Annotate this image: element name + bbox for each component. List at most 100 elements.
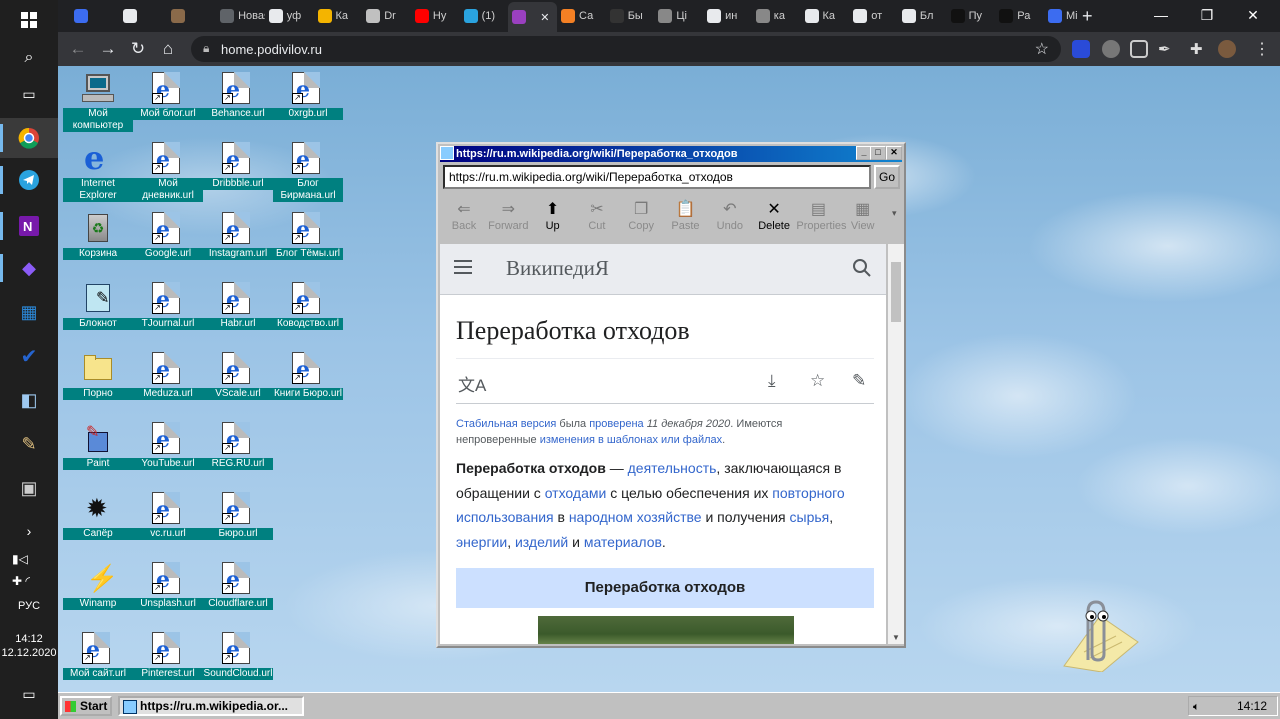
desktop-icon[interactable]: e ↗ Pinterest.url [133, 628, 203, 692]
desktop-icon[interactable]: e ↗ Meduza.url [133, 348, 203, 414]
reload-button[interactable]: ↻ [126, 37, 150, 61]
desktop-icon[interactable]: e ↗ Мой дневник.url [133, 138, 203, 204]
new-tab-button[interactable]: + [1082, 6, 1093, 27]
desktop-icon[interactable]: Порно [63, 348, 133, 414]
network-icon[interactable]: ✚ ◜ [12, 574, 30, 588]
desktop-icon[interactable]: e ↗ YouTube.url [133, 418, 203, 484]
bookmark-star-icon[interactable]: ☆ [1035, 39, 1049, 59]
toolbar-up-button[interactable]: ⬆ Up [531, 200, 575, 232]
desktop-icon[interactable]: e ↗ Мой блог.url [133, 68, 203, 134]
browser-tab[interactable]: ин [703, 4, 752, 28]
desktop-icon[interactable]: e ↗ Бюро.url [203, 488, 273, 554]
desktop-icon[interactable]: e ↗ Dribbble.url [203, 138, 273, 204]
extension-icon[interactable] [1102, 40, 1120, 58]
home-button[interactable]: ⌂ [156, 37, 180, 61]
link[interactable]: народном хозяйстве [569, 509, 702, 525]
taskbar-window-button[interactable]: https://ru.m.wikipedia.or... [118, 696, 304, 716]
translate-icon[interactable]: 文A [458, 371, 486, 396]
chrome-taskbar-button[interactable] [0, 118, 58, 158]
battery-icon[interactable]: ▮◁ [12, 552, 28, 566]
puzzle-icon[interactable]: ✚ [1190, 40, 1208, 58]
browser-tab[interactable]: Ка [801, 4, 850, 28]
toolbar-delete-button[interactable]: ✕ Delete [752, 200, 796, 232]
desktop-icon[interactable]: e ↗ vc.ru.url [133, 488, 203, 554]
obsidian-taskbar-button[interactable]: ◆ [0, 248, 58, 288]
back-button[interactable]: ← [66, 37, 90, 61]
tab-close-icon[interactable]: ✕ [540, 11, 549, 24]
browser-tab[interactable]: Са [557, 4, 606, 28]
search-icon[interactable] [852, 258, 872, 283]
taskbar-clock[interactable]: 14:12 [1237, 699, 1267, 713]
avatar[interactable] [1218, 40, 1236, 58]
close-window-button[interactable]: ✕ [1230, 0, 1276, 30]
toolbar-paste-button[interactable]: 📋 Paste [664, 200, 708, 232]
desktop-icon[interactable]: e ↗ Unsplash.url [133, 558, 203, 624]
task-view-button[interactable]: ▭ [0, 74, 58, 114]
popup-title-bar[interactable]: https://ru.m.wikipedia.org/wiki/Перерабо… [440, 146, 902, 162]
desktop-icon[interactable]: e ↗ Книги Бюро.url [273, 348, 343, 414]
browser-tab[interactable]: Бы [606, 4, 655, 28]
scroll-down-icon[interactable]: ▼ [892, 633, 900, 642]
browser-tab[interactable]: ✕ [508, 2, 557, 32]
paint-taskbar-button[interactable]: ✎ [0, 424, 58, 464]
browser-tab[interactable]: уф [265, 4, 314, 28]
go-button[interactable]: Go [874, 165, 900, 189]
browser-tab[interactable]: Ка [314, 4, 363, 28]
onenote-taskbar-button[interactable]: N [0, 206, 58, 246]
toolbar-undo-button[interactable]: ↶ Undo [708, 200, 752, 232]
link[interactable]: энергии [456, 534, 507, 550]
browser-tab[interactable]: от [849, 4, 898, 28]
edit-icon[interactable]: ✎ [852, 371, 866, 391]
toolbar-cut-button[interactable]: ✂ Cut [575, 200, 619, 232]
chrome-menu-icon[interactable]: ⋮ [1254, 39, 1270, 59]
desktop-icon[interactable]: ✎ Paint [63, 418, 133, 484]
forward-button[interactable]: → [96, 37, 120, 61]
desktop-icon[interactable]: e ↗ Блог Бирмана.url [273, 138, 343, 204]
toolbar-back-button[interactable]: ⇐ Back [442, 200, 486, 232]
address-bar[interactable]: 🔒︎ home.podivilov.ru ☆ [191, 36, 1061, 62]
browser-tab[interactable]: Бл [898, 4, 947, 28]
tray-expand-button[interactable]: › [0, 516, 58, 546]
desktop-icon[interactable]: e ↗ Behance.url [203, 68, 273, 134]
desktop-icon[interactable]: e ↗ Instagram.url [203, 208, 273, 274]
stable-version-link[interactable]: Стабильная версия [456, 418, 556, 430]
browser-tab[interactable] [119, 4, 168, 28]
link[interactable]: сырья [790, 509, 830, 525]
popup-address-field[interactable]: https://ru.m.wikipedia.org/wiki/Перерабо… [443, 165, 871, 189]
desktop-icon[interactable]: Мой компьютер [63, 68, 133, 134]
desktop-icon[interactable]: e ↗ Мой сайт.url [63, 628, 133, 692]
notifications-button[interactable]: ▭ [0, 674, 58, 714]
desktop-icon[interactable]: e ↗ Google.url [133, 208, 203, 274]
windows-start-button[interactable] [0, 0, 58, 40]
system-clock[interactable]: 14:12 12.12.2020 [0, 632, 58, 660]
checked-link[interactable]: проверена [589, 418, 643, 430]
link[interactable]: деятельность [628, 460, 717, 476]
todo-taskbar-button[interactable]: ✔ [0, 336, 58, 376]
desktop-icon[interactable]: e ↗ VScale.url [203, 348, 273, 414]
desktop-icon[interactable]: e ↗ SoundCloud.url [203, 628, 273, 692]
minimize-button[interactable]: — [1138, 0, 1184, 30]
menu-icon[interactable] [454, 260, 472, 274]
link[interactable]: материалов [584, 534, 662, 550]
changes-link[interactable]: изменения в шаблонах или файлах [540, 434, 722, 446]
language-indicator[interactable]: РУС [0, 600, 58, 612]
desktop-icon[interactable]: e ↗ 0xrgb.url [273, 68, 343, 134]
browser-tab[interactable] [167, 4, 216, 28]
speaker-icon[interactable]: 🔈︎ [1193, 698, 1200, 716]
desktop-icon[interactable]: e ↗ TJournal.url [133, 278, 203, 344]
toolbar-copy-button[interactable]: ❐ Copy [619, 200, 663, 232]
start-button[interactable]: Start [60, 696, 112, 716]
desktop-icon[interactable]: e ↗ REG.RU.url [203, 418, 273, 484]
desktop-icon[interactable]: e ↗ Cloudflare.url [203, 558, 273, 624]
toolbar-forward-button[interactable]: ⇒ Forward [486, 200, 530, 232]
desktop-icon[interactable]: e ↗ Ководство.url [273, 278, 343, 344]
desktop-icon[interactable]: ⚡ Winamp [63, 558, 133, 624]
toolbar-properties-button[interactable]: ▤ Properties [796, 200, 846, 232]
browser-tab[interactable]: Dr [362, 4, 411, 28]
desktop-icon[interactable]: ✹ Сапёр [63, 488, 133, 554]
calendar-taskbar-button[interactable]: ▦ [0, 292, 58, 332]
scrollbar[interactable]: ▼ [888, 244, 904, 644]
restore-button[interactable]: ❐ [1184, 0, 1230, 30]
telegram-taskbar-button[interactable] [0, 160, 58, 200]
window-taskbar-button[interactable]: ▣ [0, 468, 58, 508]
